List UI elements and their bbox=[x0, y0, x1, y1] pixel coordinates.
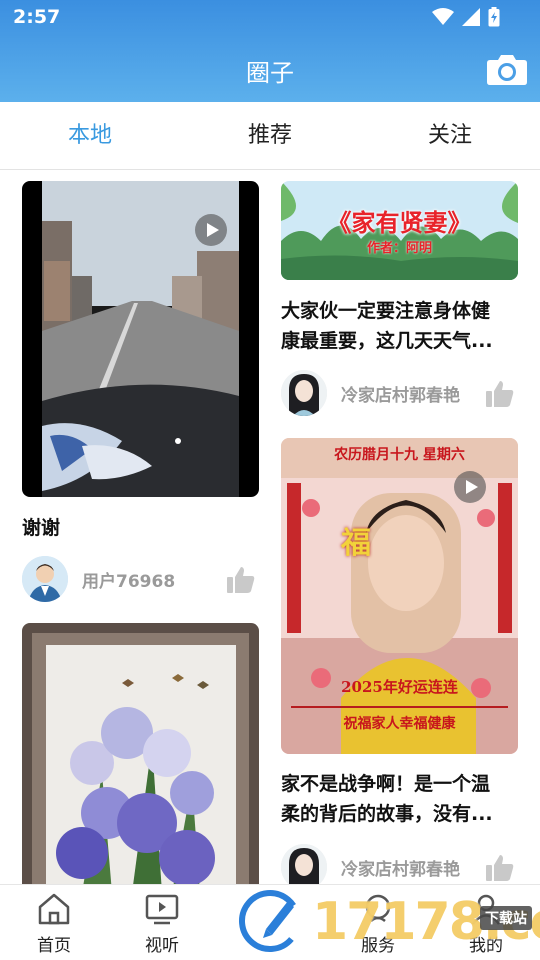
author-name[interactable]: 用户76968 bbox=[82, 567, 175, 592]
like-icon[interactable] bbox=[484, 852, 516, 884]
app-root: 2:57 圈子 本地 推荐 关注 谢谢 用户76968 《家有贤妻》 作者：阿明… bbox=[0, 0, 540, 960]
card-title: 家不是战争啊！是一个温 柔的背后的故事，没有... bbox=[281, 769, 531, 829]
service-icon bbox=[365, 894, 391, 922]
feed-card[interactable]: 农历腊月十九 星期六 福 2025年好运连连 祝福家人幸福健康 家不是战争啊！是… bbox=[270, 438, 540, 884]
poster-blessing-text: 福 bbox=[341, 526, 371, 561]
painting-thumbnail[interactable] bbox=[22, 623, 259, 884]
camera-icon[interactable] bbox=[486, 52, 528, 86]
page-title: 圈子 bbox=[246, 59, 294, 87]
card-title: 大家伙一定要注意身体健 康最重要，这几天天气... bbox=[281, 296, 531, 356]
author-name[interactable]: 冷家店村郭春艳 bbox=[341, 855, 460, 880]
bottom-nav: 首页 视听 服务 我的 bbox=[0, 884, 540, 960]
play-icon[interactable] bbox=[195, 214, 227, 246]
publish-icon[interactable] bbox=[230, 879, 310, 959]
play-icon[interactable] bbox=[454, 471, 486, 503]
tab-recommend[interactable]: 推荐 bbox=[180, 102, 360, 170]
like-icon[interactable] bbox=[225, 564, 257, 596]
like-icon[interactable] bbox=[484, 378, 516, 410]
home-icon bbox=[38, 893, 70, 925]
tab-bar: 本地 推荐 关注 bbox=[0, 102, 540, 170]
battery-icon bbox=[488, 7, 500, 27]
nav-profile[interactable]: 我的 bbox=[432, 885, 540, 960]
flower-painting-image bbox=[22, 623, 259, 884]
nav-label: 服务 bbox=[361, 936, 395, 956]
wifi-icon bbox=[432, 8, 454, 25]
author-row: 用户76968 bbox=[22, 556, 259, 602]
card-title: 谢谢 bbox=[22, 517, 61, 539]
poster-year-text: 2025年好运连连 bbox=[341, 678, 458, 696]
avatar[interactable] bbox=[281, 370, 327, 416]
feed-card[interactable] bbox=[0, 620, 270, 884]
nav-label: 首页 bbox=[37, 936, 71, 956]
author-name[interactable]: 冷家店村郭春艳 bbox=[341, 381, 460, 406]
banner-thumbnail[interactable]: 《家有贤妻》 作者：阿明 bbox=[281, 181, 518, 280]
banner-subtitle: 作者：阿明 bbox=[366, 241, 432, 256]
feed-card[interactable]: 《家有贤妻》 作者：阿明 大家伙一定要注意身体健 康最重要，这几天天气... 冷… bbox=[270, 170, 540, 430]
tab-local[interactable]: 本地 bbox=[0, 102, 180, 170]
card-title-line: 大家伙一定要注意身体健 bbox=[281, 300, 491, 322]
video-thumbnail[interactable] bbox=[22, 181, 259, 497]
card-title-line: 家不是战争啊！是一个温 bbox=[281, 773, 491, 795]
card-title-line: 柔的背后的故事，没有... bbox=[281, 803, 493, 825]
tab-follow[interactable]: 关注 bbox=[360, 102, 540, 170]
nav-label: 我的 bbox=[469, 936, 503, 956]
nav-media[interactable]: 视听 bbox=[108, 885, 216, 960]
avatar[interactable] bbox=[22, 556, 68, 602]
banner-title: 《家有贤妻》 bbox=[327, 208, 472, 237]
header-bar: 2:57 圈子 bbox=[0, 0, 540, 102]
poster-thumbnail[interactable]: 农历腊月十九 星期六 福 2025年好运连连 祝福家人幸福健康 bbox=[281, 438, 518, 754]
poster-bottom-text: 祝福家人幸福健康 bbox=[343, 716, 456, 732]
tv-icon bbox=[145, 894, 179, 925]
signal-icon bbox=[462, 8, 480, 26]
poster-top-text: 农历腊月十九 星期六 bbox=[334, 447, 465, 463]
nav-service[interactable]: 服务 bbox=[324, 885, 432, 960]
card-title-line: 康最重要，这几天天气... bbox=[281, 330, 493, 352]
author-row: 冷家店村郭春艳 bbox=[281, 844, 531, 884]
status-bar: 2:57 bbox=[0, 0, 540, 36]
feed-card[interactable]: 谢谢 用户76968 bbox=[0, 170, 270, 610]
feed: 谢谢 用户76968 《家有贤妻》 作者：阿明 大家伙一定要注意身体健 康最重要… bbox=[0, 170, 540, 884]
author-row: 冷家店村郭春艳 bbox=[281, 370, 531, 416]
user-icon bbox=[472, 894, 500, 925]
status-time: 2:57 bbox=[13, 6, 61, 28]
nav-home[interactable]: 首页 bbox=[0, 885, 108, 960]
avatar[interactable] bbox=[281, 844, 327, 884]
nav-label: 视听 bbox=[145, 936, 179, 956]
status-icons bbox=[432, 7, 500, 27]
